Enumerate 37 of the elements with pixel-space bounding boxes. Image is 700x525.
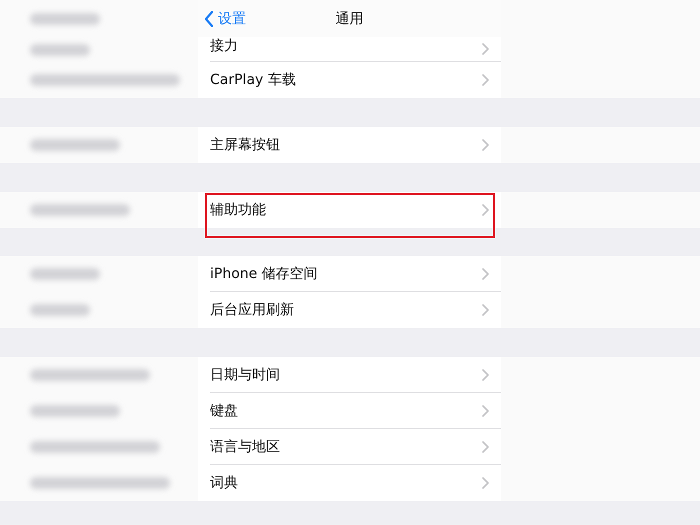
row-label: 辅助功能 [210, 201, 266, 219]
row-label: 键盘 [210, 402, 238, 420]
chevron-icon [482, 74, 489, 86]
chevron-icon [482, 304, 489, 316]
row-label: 主屏幕按钮 [210, 136, 280, 154]
row-label: 接力 [210, 37, 238, 55]
row-label: 语言与地区 [210, 438, 280, 456]
settings-row[interactable]: 语言与地区 [198, 429, 501, 465]
row-label: 词典 [210, 474, 238, 492]
settings-row[interactable]: 辅助功能 [198, 192, 501, 228]
settings-row[interactable]: 词典 [198, 465, 501, 501]
settings-row[interactable]: 主屏幕按钮 [198, 127, 501, 163]
settings-row[interactable]: 后台应用刷新 [198, 292, 501, 328]
settings-row[interactable]: 键盘 [198, 393, 501, 429]
back-chevron-icon [204, 11, 214, 27]
chevron-icon [482, 477, 489, 489]
chevron-icon [482, 441, 489, 453]
chevron-icon [482, 268, 489, 280]
blurred-bar [30, 304, 90, 316]
blurred-bar [30, 268, 100, 280]
chevron-icon [482, 43, 489, 55]
nav-title: 通用 [336, 10, 364, 28]
blurred-bar [30, 12, 100, 24]
back-button[interactable]: 设置 [204, 10, 246, 28]
settings-row[interactable]: CarPlay 车载 [198, 62, 501, 98]
settings-row[interactable]: 接力 [198, 37, 501, 62]
row-label: 日期与时间 [210, 366, 280, 384]
settings-row[interactable]: iPhone 储存空间 [198, 256, 501, 292]
settings-row[interactable]: 日期与时间 [198, 357, 501, 393]
chevron-icon [482, 204, 489, 216]
chevron-icon [482, 369, 489, 381]
blurred-bar [30, 44, 90, 56]
chevron-icon [482, 139, 489, 151]
row-label: CarPlay 车载 [210, 71, 296, 89]
row-label: 后台应用刷新 [210, 301, 294, 319]
row-label: iPhone 储存空间 [210, 265, 318, 283]
chevron-icon [482, 405, 489, 417]
